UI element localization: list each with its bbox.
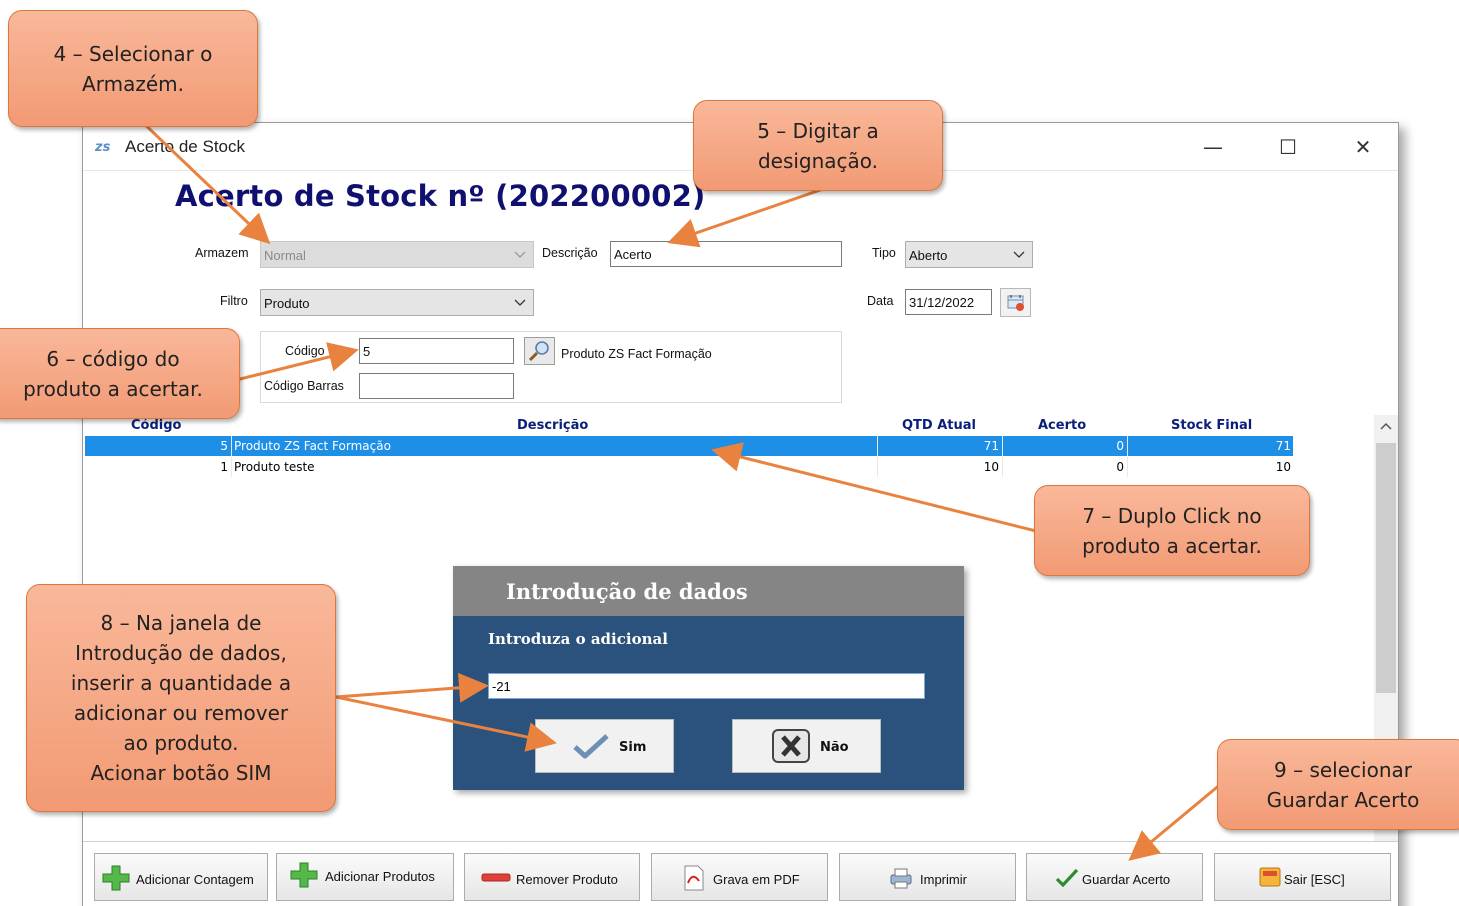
minus-icon (481, 873, 511, 882)
data-label: Data (867, 294, 894, 308)
page-title: Acerto de Stock nº (202200002) (175, 179, 706, 213)
cell-final: 10 (1275, 460, 1291, 474)
descricao-input[interactable]: Acerto (610, 241, 842, 267)
grava-pdf-button[interactable]: Grava em PDF (651, 853, 828, 901)
dialog-title: Introdução de dados (506, 579, 748, 604)
calendar-icon (1007, 295, 1024, 311)
cell-descricao: Produto ZS Fact Formação (234, 439, 391, 453)
table-row[interactable]: 5 Produto ZS Fact Formação 71 0 71 (85, 436, 1293, 456)
filtro-select[interactable]: Produto (260, 289, 534, 316)
produto-nome: Produto ZS Fact Formação (561, 347, 712, 361)
dialog-title-bar: Introdução de dados (453, 566, 964, 616)
codigo-label: Código (285, 344, 325, 358)
callout-step-6: 6 – código do produto a acertar. (0, 328, 240, 419)
chevron-down-icon (514, 299, 526, 306)
sim-button[interactable]: Sim (535, 719, 674, 773)
cell-codigo: 5 (220, 439, 228, 453)
armazem-value: Normal (264, 248, 306, 263)
tipo-select[interactable]: Aberto (905, 241, 1033, 268)
filtro-value: Produto (264, 296, 310, 311)
scrollbar-thumb[interactable] (1376, 443, 1396, 693)
barras-input[interactable] (359, 373, 514, 399)
chevron-down-icon (1013, 251, 1025, 258)
codigo-input[interactable]: 5 (359, 338, 514, 364)
col-descricao-header[interactable]: Descrição (517, 418, 588, 433)
pdf-icon (684, 865, 704, 891)
product-lookup-box: Código 5 Produto ZS Fact Formação Código… (260, 331, 842, 403)
introducao-dados-dialog: Introdução de dados Introduza o adiciona… (453, 566, 964, 790)
callout-step-7: 7 – Duplo Click no produto a acertar. (1034, 485, 1310, 576)
maximize-button[interactable]: ☐ (1266, 131, 1310, 163)
armazem-select[interactable]: Normal (260, 241, 534, 268)
cell-descricao: Produto teste (234, 460, 315, 474)
window-title: Acerto de Stock (125, 137, 246, 156)
close-button[interactable]: ✕ (1341, 131, 1385, 163)
cell-codigo: 1 (220, 460, 228, 474)
data-input[interactable]: 31/12/2022 (905, 289, 992, 315)
col-codigo-header[interactable]: Código (131, 418, 181, 433)
barras-label: Código Barras (264, 379, 344, 393)
app-logo-icon: zs (95, 140, 111, 155)
plus-icon (102, 865, 130, 891)
guardar-acerto-button[interactable]: Guardar Acerto (1026, 853, 1203, 901)
cell-final: 71 (1275, 439, 1291, 453)
exit-icon (1259, 867, 1281, 887)
cell-acerto: 0 (1116, 460, 1124, 474)
table-row[interactable]: 1 Produto teste 10 0 10 (85, 457, 1293, 477)
search-product-button[interactable] (524, 337, 555, 365)
callout-step-8: 8 – Na janela de Introdução de dados, in… (26, 584, 336, 812)
nao-button[interactable]: Não (732, 719, 881, 773)
col-final-header[interactable]: Stock Final (1171, 418, 1252, 433)
remover-produto-button[interactable]: Remover Produto (464, 853, 640, 901)
imprimir-button[interactable]: Imprimir (839, 853, 1016, 901)
chevron-down-icon (514, 251, 526, 258)
calendar-button[interactable] (1000, 288, 1031, 317)
callout-step-9: 9 – selecionar Guardar Acerto (1217, 739, 1459, 830)
tipo-value: Aberto (909, 248, 948, 263)
cell-qtd: 71 (983, 439, 999, 453)
filtro-label: Filtro (220, 294, 248, 308)
dialog-prompt: Introduza o adicional (488, 630, 668, 648)
adicional-input[interactable]: -21 (488, 673, 925, 699)
checkmark-icon (1055, 868, 1079, 888)
sair-button[interactable]: Sair [ESC] (1214, 853, 1391, 901)
minimize-button[interactable]: — (1191, 131, 1235, 163)
adicionar-produtos-button[interactable]: Adicionar Produtos (276, 853, 454, 901)
callout-step-4: 4 – Selecionar o Armazém. (8, 10, 258, 127)
callout-step-5: 5 – Digitar a designação. (693, 100, 943, 191)
descricao-label: Descrição (542, 246, 598, 260)
chevron-up-icon[interactable] (1374, 415, 1398, 437)
screenshot-stage: zs Acerto de Stock — ☐ ✕ Acerto de Stock… (0, 0, 1459, 906)
cell-acerto: 0 (1116, 439, 1124, 453)
bottom-toolbar: Adicionar Contagem Adicionar Produtos Re… (83, 841, 1398, 906)
checkmark-icon (573, 734, 609, 759)
col-qtd-header[interactable]: QTD Atual (902, 418, 976, 433)
grid-header: Código Descrição QTD Atual Acerto Stock … (83, 415, 1373, 435)
armazem-label: Armazem (195, 246, 249, 260)
adicionar-contagem-button[interactable]: Adicionar Contagem (94, 853, 268, 901)
close-icon (772, 729, 810, 763)
tipo-label: Tipo (872, 246, 896, 260)
col-acerto-header[interactable]: Acerto (1038, 418, 1086, 433)
search-icon (528, 341, 549, 362)
printer-icon (890, 868, 912, 889)
cell-qtd: 10 (983, 460, 999, 474)
plus-icon (290, 862, 318, 888)
